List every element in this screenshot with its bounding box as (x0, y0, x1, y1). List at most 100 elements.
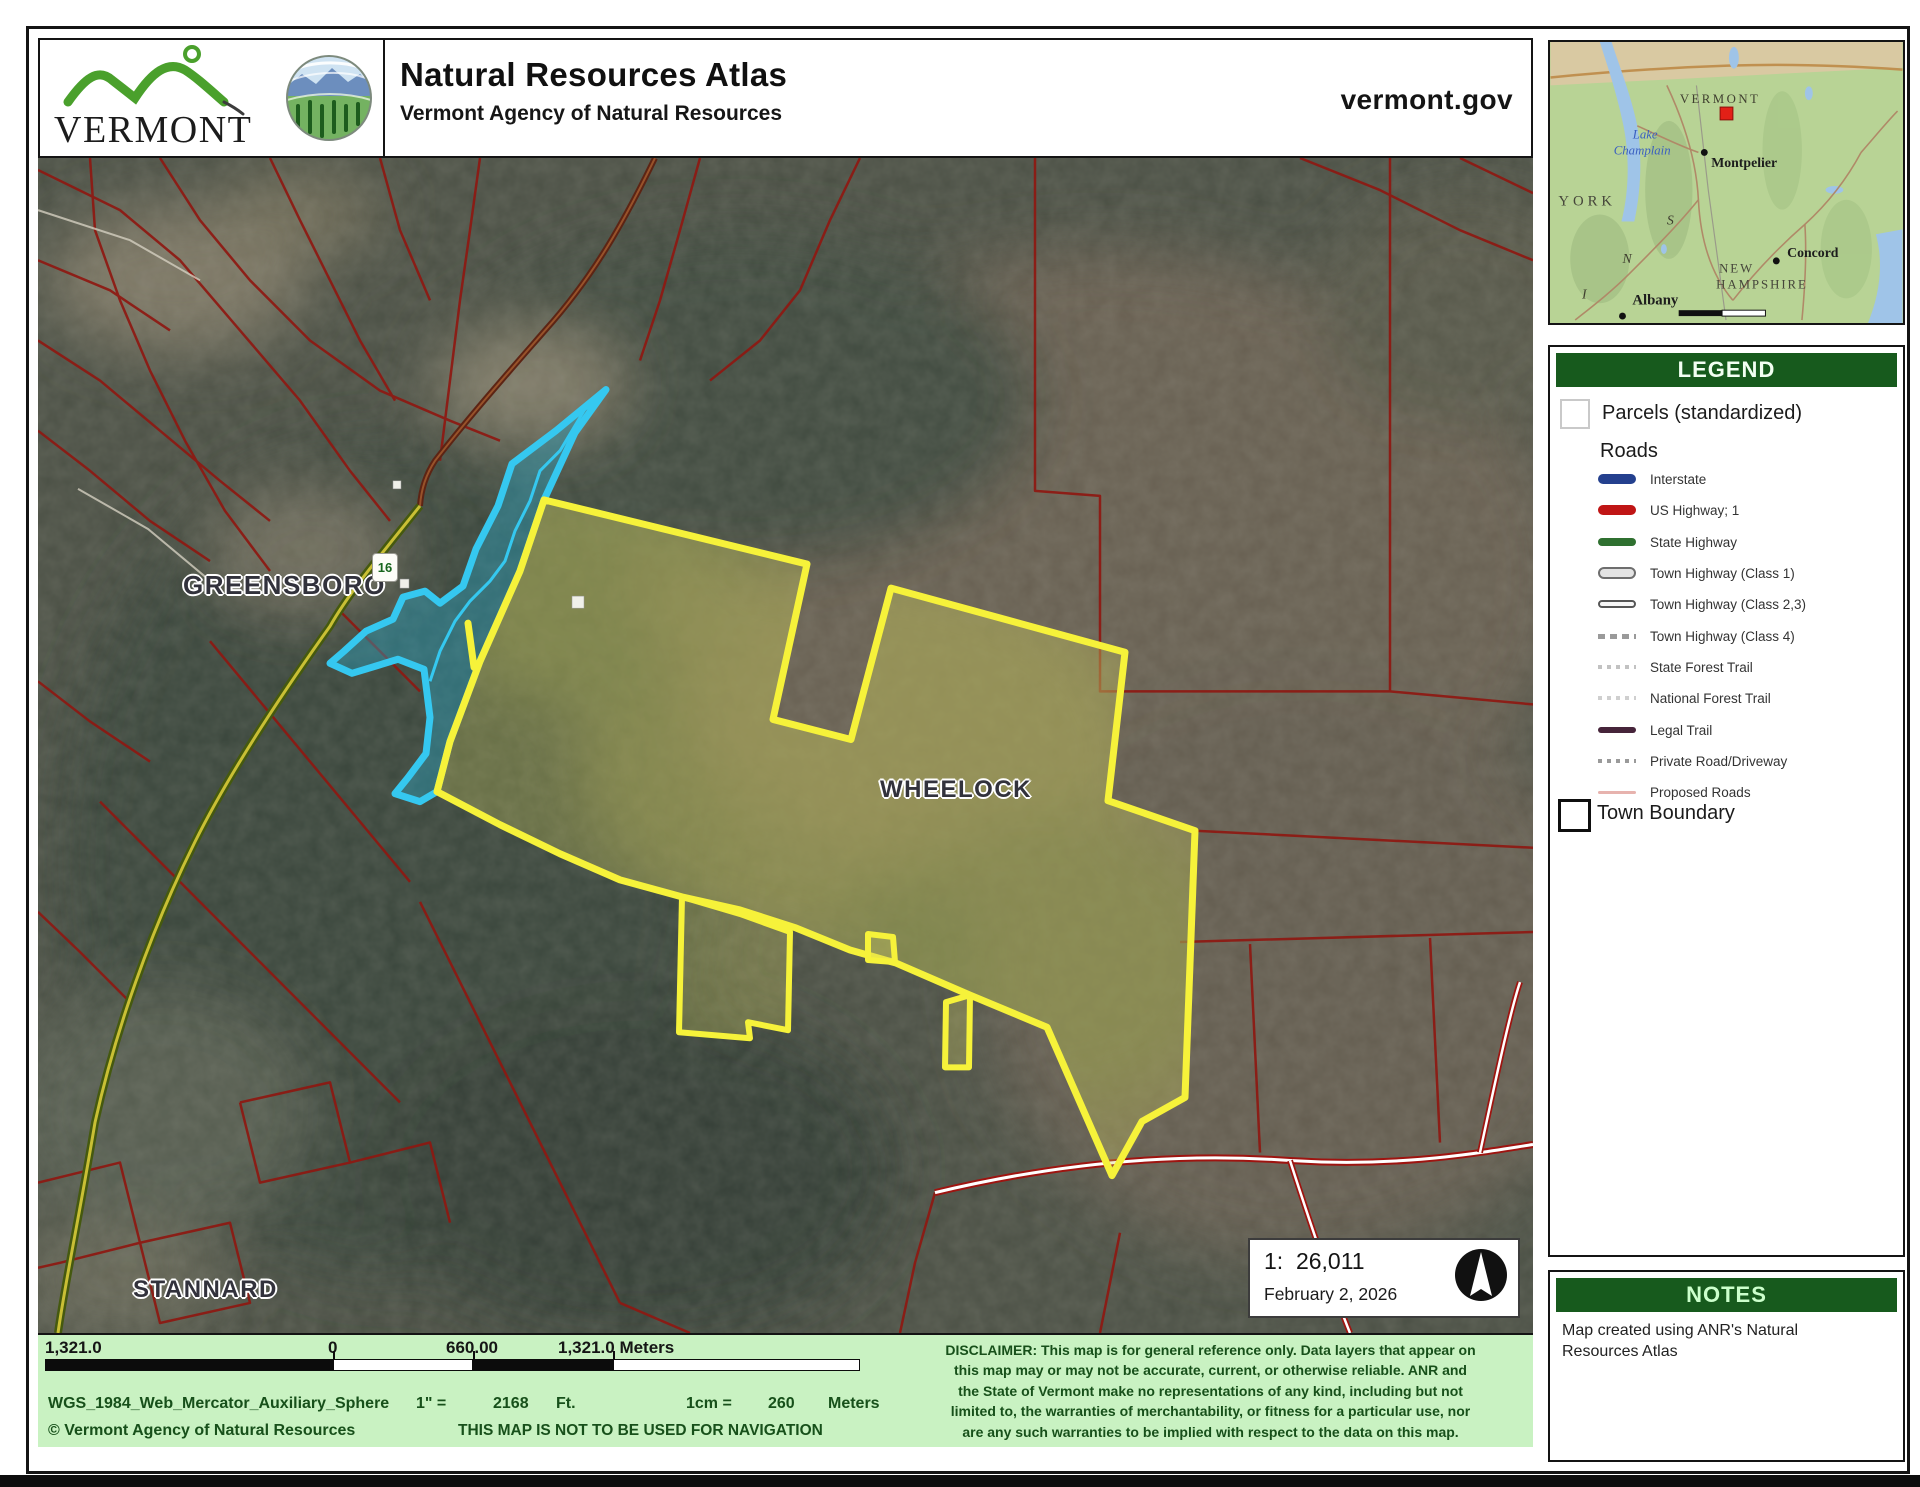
legend-item-state-forest-trail: State Forest Trail (1598, 655, 1753, 679)
vermont-logo-text: VERMONT (54, 109, 252, 151)
scalebar-segment (473, 1359, 613, 1371)
inset-label-champlain: Champlain (1614, 143, 1671, 157)
scale-cm-unit: Meters (828, 1395, 880, 1413)
disclaimer-line: DISCLAIMER: This map is for general refe… (888, 1340, 1533, 1360)
inset-label-york: YORK (1558, 194, 1616, 210)
legend-item-town-highway-23: Town Highway (Class 2,3) (1598, 592, 1806, 616)
legend-item-town-highway-4: Town Highway (Class 4) (1598, 624, 1795, 648)
state-highway-swatch-icon (1598, 538, 1636, 546)
disclaimer-line: the State of Vermont make no representat… (888, 1381, 1533, 1401)
location-marker (1720, 107, 1733, 120)
navigation-warning: THIS MAP IS NOT TO BE USED FOR NAVIGATIO… (458, 1422, 823, 1440)
scalebar-segment (333, 1359, 473, 1371)
legend-item-national-forest-trail: National Forest Trail (1598, 686, 1771, 710)
legend-item-label: Legal Trail (1650, 723, 1712, 738)
scale-date-box: 1: 26,011 February 2, 2026 (1248, 1238, 1520, 1318)
legend-header: LEGEND (1556, 353, 1897, 387)
scalebar-segment (613, 1359, 860, 1371)
copyright-label: © Vermont Agency of Natural Resources (48, 1422, 355, 1440)
parcels-swatch (1560, 399, 1590, 429)
scale-cm-label: 1cm = (686, 1395, 732, 1413)
map-sheet: VERMONT (0, 0, 1920, 1487)
disclaimer-text: DISCLAIMER: This map is for general refe… (888, 1340, 1533, 1442)
legend-item-private-road: Private Road/Driveway (1598, 749, 1787, 773)
legend-item-town-highway-1: Town Highway (Class 1) (1598, 561, 1795, 585)
page-title: Natural Resources Atlas (400, 56, 787, 94)
legend-item-label: National Forest Trail (1650, 691, 1771, 706)
legend-item-label: Proposed Roads (1650, 785, 1751, 800)
town-label-stannard: STANNARD (133, 1276, 278, 1304)
page-subtitle: Vermont Agency of Natural Resources (400, 102, 782, 126)
legend-item-legal-trail: Legal Trail (1598, 718, 1712, 742)
town-highway23-swatch-icon (1598, 600, 1636, 608)
inset-label-concord: Concord (1787, 245, 1839, 260)
notes-panel: NOTES Map created using ANR's Natural Re… (1548, 1270, 1905, 1462)
legend-item-label: US Highway; 1 (1650, 503, 1739, 518)
town-boundary-label: Town Boundary (1597, 802, 1735, 825)
scale-inch-value: 2168 (493, 1395, 529, 1413)
inset-label-new: NEW (1719, 262, 1754, 276)
us-highway-swatch-icon (1598, 505, 1636, 515)
legend-item-label: State Forest Trail (1650, 660, 1753, 675)
private-road-swatch-icon (1598, 759, 1636, 763)
legend-item-label: Town Highway (Class 1) (1650, 566, 1795, 581)
disclaimer-line: are any such warranties to be implied wi… (888, 1422, 1533, 1442)
notes-header: NOTES (1556, 1278, 1897, 1312)
header-divider (383, 40, 385, 156)
notes-body: Map created using ANR's Natural Resource… (1562, 1320, 1812, 1362)
inset-label-lake: Lake (1632, 128, 1658, 142)
inset-label-montpelier: Montpelier (1711, 155, 1777, 170)
legend-item-label: Private Road/Driveway (1650, 754, 1787, 769)
town-label-wheelock: WHEELOCK (880, 776, 1032, 804)
footer-bar: 1,321.0 0 660.00 1,321.0 Meters WGS_1984… (38, 1333, 1533, 1447)
route-16-shield-icon: 16 (372, 553, 398, 582)
legend-item-interstate: Interstate (1598, 467, 1706, 491)
town-highway1-swatch-icon (1598, 567, 1636, 579)
map-image (38, 158, 1533, 1333)
inset-scalebar (1679, 310, 1722, 316)
inset-scalebar (1722, 310, 1765, 316)
legend-item-label: Town Highway (Class 4) (1650, 629, 1795, 644)
legend-item-label: Town Highway (Class 2,3) (1650, 597, 1806, 612)
inset-label-albany: Albany (1632, 292, 1679, 308)
interstate-swatch-icon (1598, 474, 1636, 484)
parcels-label: Parcels (standardized) (1602, 402, 1802, 425)
scale-inch-label: 1" = (416, 1395, 446, 1413)
scale-ratio: 1: 26,011 (1264, 1248, 1365, 1275)
town-boundary-swatch (1558, 799, 1591, 832)
legend-item-label: Interstate (1650, 472, 1706, 487)
scalebar-tick-3: 1,321.0 Meters (558, 1338, 674, 1358)
town-label-greensboro: GREENSBORO (183, 570, 386, 601)
vermont-gov-link: vermont.gov (1341, 84, 1513, 116)
legend-item-label: State Highway (1650, 535, 1737, 550)
projection-label: WGS_1984_Web_Mercator_Auxiliary_Sphere (48, 1395, 389, 1413)
town-highway4-swatch-icon (1598, 634, 1636, 639)
inset-label-vermont: VERMONT (1680, 92, 1761, 106)
legend-item-us-highway: US Highway; 1 (1598, 498, 1739, 522)
locator-inset-map: VERMONT Lake Champlain Montpelier YORK S… (1548, 40, 1905, 325)
scale-inch-unit: Ft. (556, 1395, 576, 1413)
disclaimer-line: limited to, the warranties of merchantab… (888, 1401, 1533, 1421)
scalebar-tick-0: 1,321.0 (45, 1338, 102, 1358)
header: VERMONT (38, 38, 1533, 158)
disclaimer-line: this map may or may not be accurate, cur… (888, 1360, 1533, 1380)
inset-letter-n: N (1621, 251, 1632, 266)
vermont-logo: VERMONT (54, 47, 252, 151)
inset-map-image: VERMONT Lake Champlain Montpelier YORK S… (1550, 42, 1903, 323)
proposed-roads-swatch-icon (1598, 791, 1636, 794)
anr-globe-icon (287, 56, 371, 140)
inset-letter-s: S (1667, 212, 1674, 227)
state-forest-trail-swatch-icon (1598, 665, 1636, 669)
legend-item-proposed-roads: Proposed Roads (1598, 780, 1751, 804)
page-bottom-strip (0, 1475, 1920, 1487)
logo-area: VERMONT (40, 40, 383, 156)
map-canvas: GREENSBORO WHEELOCK STANNARD 16 1: 26,01… (38, 158, 1533, 1333)
legend-panel: LEGEND Parcels (standardized) Roads Inte… (1548, 345, 1905, 1257)
north-arrow-icon (1454, 1248, 1508, 1302)
map-date: February 2, 2026 (1264, 1284, 1397, 1305)
scalebar-segment (45, 1359, 333, 1371)
inset-label-hampshire: HAMPSHIRE (1716, 277, 1808, 291)
legal-trail-swatch-icon (1598, 727, 1636, 733)
scale-cm-value: 260 (768, 1395, 795, 1413)
scalebar-tick-2: 660.00 (446, 1338, 498, 1358)
